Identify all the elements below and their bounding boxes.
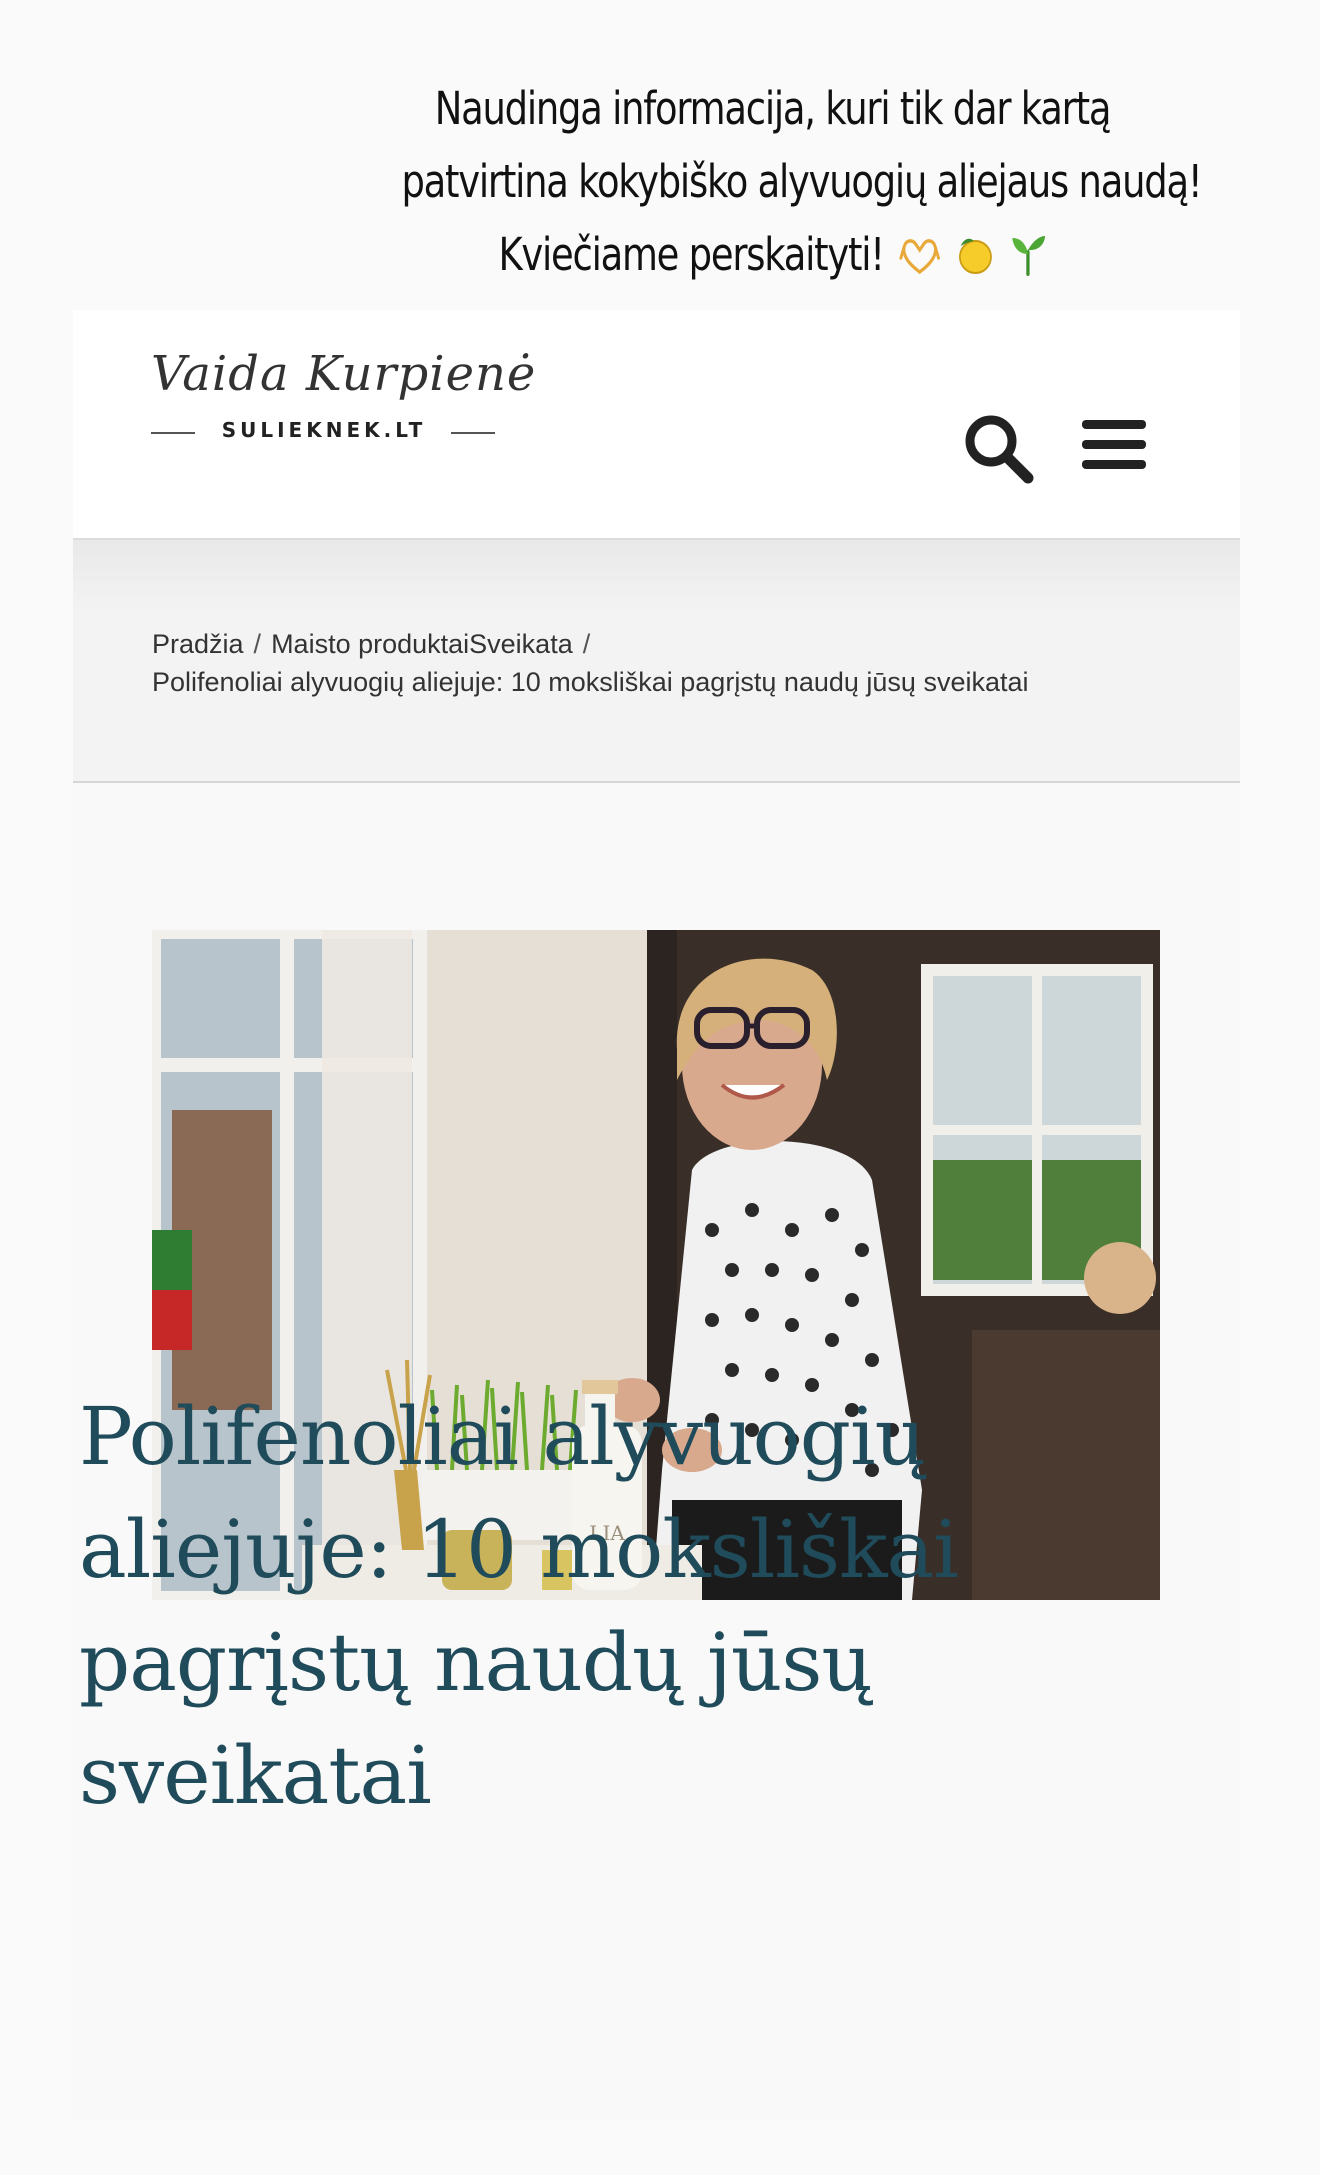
site-header: Vaida Kurpienė SULIEKNEK.LT xyxy=(73,310,1240,540)
caption-line-3: Kviečiame perskaityti! xyxy=(401,218,1143,297)
article-title: Polifenoliai alyvuogių aliejuje: 10 moks… xyxy=(79,1390,959,1822)
breadcrumb: Pradžia / Maisto produktaiSveikata / Polife… xyxy=(152,625,1152,701)
hamburger-menu-icon[interactable] xyxy=(1078,410,1154,486)
site-logo[interactable]: Vaida Kurpienė SULIEKNEK.LT xyxy=(151,346,535,456)
lemon-icon xyxy=(956,224,994,297)
heart-hands-icon xyxy=(899,224,941,297)
caption-line-1: Naudinga informacija, kuri tik dar kartą xyxy=(434,82,1112,135)
search-icon[interactable] xyxy=(960,410,1036,486)
website-screenshot: Vaida Kurpienė SULIEKNEK.LT Pradžia / Mais… xyxy=(73,310,1240,2120)
breadcrumb-category-link[interactable]: Maisto produktaiSveikata xyxy=(271,629,573,659)
seedling-icon xyxy=(1009,224,1047,297)
logo-domain: SULIEKNEK.LT xyxy=(221,418,427,442)
logo-rule-left xyxy=(151,432,195,434)
breadcrumb-home-link[interactable]: Pradžia xyxy=(152,629,244,659)
story-caption: Naudinga informacija, kuri tik dar kartą… xyxy=(401,72,1202,297)
breadcrumb-separator: / xyxy=(253,629,262,659)
logo-rule-right xyxy=(451,432,495,434)
caption-line-3-text: Kviečiame perskaityti! xyxy=(498,228,885,281)
logo-domain-row: SULIEKNEK.LT xyxy=(151,418,496,448)
caption-line-2: patvirtina kokybiško alyvuogių aliejaus … xyxy=(401,155,1202,208)
breadcrumb-bar: Pradžia / Maisto produktaiSveikata / Polife… xyxy=(73,540,1240,783)
logo-script: Vaida Kurpienė xyxy=(151,346,537,402)
breadcrumb-separator: / xyxy=(582,629,591,659)
breadcrumb-current: Polifenoliai alyvuogių aliejuje: 10 moks… xyxy=(152,667,1029,697)
